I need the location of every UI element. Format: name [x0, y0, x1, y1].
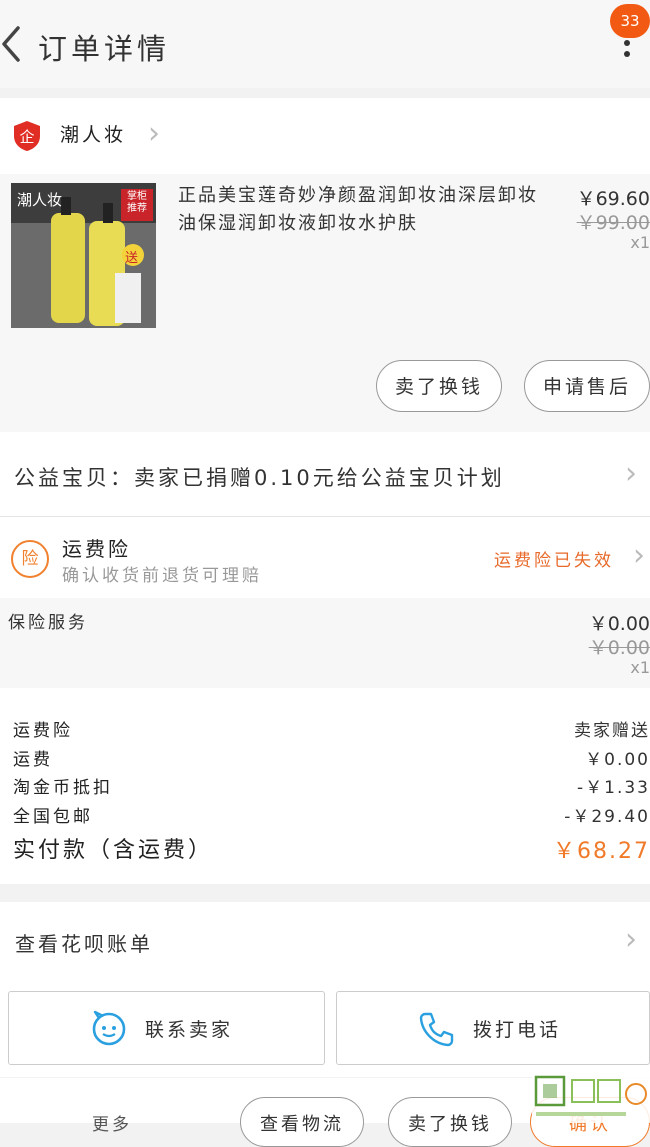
after-sale-button[interactable]: 申请售后 — [524, 360, 650, 412]
insurance-icon: 险 — [11, 540, 49, 578]
svg-text:企: 企 — [19, 128, 34, 146]
huabei-bill-label: 查看花呗账单 — [15, 932, 153, 956]
chat-face-icon — [92, 1010, 126, 1046]
sell-button[interactable]: 卖了换钱 — [376, 360, 502, 412]
product-thumbnail[interactable]: 潮人妆 掌柜推荐 送 — [11, 183, 156, 328]
chevron-left-icon — [2, 26, 20, 62]
total-label: 实付款（含运费） — [13, 838, 214, 863]
chevron-right-icon: › — [625, 456, 637, 491]
call-phone-button[interactable]: 拨打电话 — [336, 991, 650, 1065]
thumb-gift-text: 送 — [125, 251, 139, 266]
fee-value: -￥29.40 — [564, 807, 650, 827]
service-price: ￥0.00 — [588, 613, 650, 635]
product-quantity: x1 — [630, 233, 650, 252]
notification-badge: 33 — [610, 4, 650, 38]
contact-seller-button[interactable]: 联系卖家 — [8, 991, 325, 1065]
thumb-brand-text: 潮人妆 — [17, 191, 63, 209]
fee-value: 卖家赠送 — [574, 721, 650, 741]
service-label: 保险服务 — [8, 613, 88, 633]
contact-seller-label: 联系卖家 — [145, 1019, 234, 1041]
insurance-title: 运费险 — [62, 537, 131, 561]
chevron-right-icon: › — [148, 116, 160, 151]
back-button[interactable] — [0, 22, 28, 66]
product-original-price: ￥99.00 — [576, 212, 650, 234]
product-price: ￥69.60 — [576, 188, 650, 210]
view-logistics-button[interactable]: 查看物流 — [240, 1097, 364, 1147]
insurance-subtitle: 确认收货前退货可理赔 — [62, 566, 262, 586]
watermark-logo — [532, 1074, 650, 1123]
insurance-service-row — [0, 598, 650, 688]
service-quantity: x1 — [630, 658, 650, 677]
fee-label: 淘金币抵扣 — [13, 778, 113, 798]
fee-label: 全国包邮 — [13, 807, 93, 827]
bottom-sell-button[interactable]: 卖了换钱 — [388, 1097, 512, 1147]
fee-label: 运费 — [13, 750, 53, 770]
fee-value: -￥1.33 — [577, 778, 650, 798]
phone-icon — [419, 1012, 454, 1047]
total-value: ￥68.27 — [553, 839, 650, 864]
page-title: 订单详情 — [38, 32, 171, 66]
fee-label: 运费险 — [13, 721, 73, 741]
thumb-tag: 掌柜推荐 — [127, 191, 147, 214]
call-phone-label: 拨打电话 — [473, 1019, 562, 1041]
charity-text: 公益宝贝：卖家已捐赠0.10元给公益宝贝计划 — [14, 466, 505, 490]
product-name[interactable]: 正品美宝莲奇妙净颜盈润卸妆油深层卸妆油保湿润卸妆液卸妆水护肤 — [178, 182, 538, 238]
chevron-right-icon: › — [625, 922, 637, 957]
chevron-right-icon: › — [633, 538, 645, 573]
fee-value: ￥0.00 — [585, 750, 650, 770]
more-dots-icon — [624, 40, 630, 62]
service-original-price: ￥0.00 — [588, 637, 650, 659]
shop-enterprise-icon: 企 — [12, 120, 42, 152]
insurance-status: 运费险已失效 — [494, 551, 614, 571]
shop-name: 潮人妆 — [60, 124, 127, 146]
